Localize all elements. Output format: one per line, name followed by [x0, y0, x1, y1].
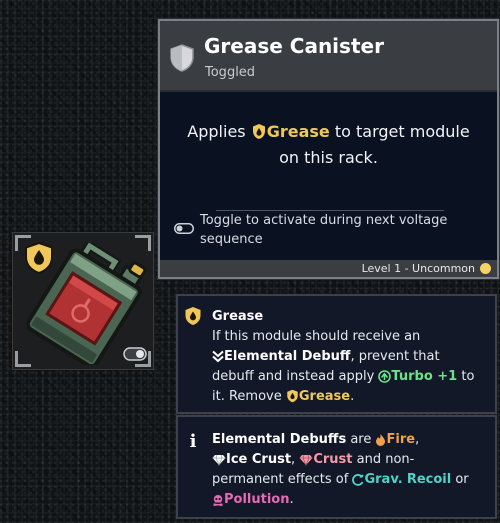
keyword-crust[interactable]: Crust	[313, 452, 352, 467]
keyword-grav[interactable]: Grav.	[364, 472, 402, 487]
keyword-pollution[interactable]: Pollution	[224, 492, 289, 507]
debuffs-line2: Ice Crust, Crust and non-	[212, 450, 492, 470]
shield-icon	[170, 44, 194, 72]
toggle-switch-icon[interactable]	[123, 347, 147, 361]
grease-keyword-text: Grease If this module should receive an …	[212, 307, 492, 407]
grease-line1: If this module should receive an	[212, 329, 421, 344]
debuffs-comma1: ,	[415, 432, 420, 447]
item-slot[interactable]	[12, 232, 154, 370]
skull-icon	[213, 495, 223, 506]
grease-line4-prefix: it. Remove	[212, 389, 282, 404]
item-subtitle: Toggled	[205, 65, 256, 80]
tooltip-footer: Level 1 - Uncommon	[160, 260, 497, 277]
grease-drop-badge-icon	[25, 241, 53, 275]
toggle-switch-icon	[174, 223, 194, 234]
keyword-title-grease: Grease	[212, 309, 264, 324]
desc-line2: on this rack.	[279, 148, 378, 167]
keyword-panel-grease: Grease If this module should receive an …	[176, 294, 497, 414]
keyword-title-elemental-debuffs: Elemental Debuffs	[212, 432, 347, 447]
grease-line2-suffix: , prevent that	[350, 349, 440, 364]
ice-gem-icon	[212, 454, 226, 466]
grease-drop-icon	[252, 124, 265, 139]
fire-icon	[376, 434, 386, 446]
desc-prefix: Applies	[187, 122, 246, 141]
info-icon: i	[189, 431, 197, 452]
grease-drop-icon	[287, 389, 298, 403]
debuffs-line1: Elemental Debuffs are Fire,	[212, 430, 492, 450]
debuffs-comma2: ,	[291, 452, 300, 467]
grav-swirl-icon	[352, 474, 364, 486]
double-chevron-down-icon	[212, 350, 224, 363]
rarity-label: Level 1 - Uncommon	[361, 262, 475, 275]
keyword-turbo[interactable]: Turbo +1	[391, 369, 457, 384]
keyword-ice-crust[interactable]: Ice Crust	[226, 452, 291, 467]
item-title: Grease Canister	[204, 34, 384, 58]
item-tooltip: Grease Canister Toggled Applies Grease t…	[158, 19, 499, 279]
debuffs-period: .	[289, 492, 294, 507]
elemental-debuffs-text: Elemental Debuffs are Fire, Ice Crust, C…	[212, 430, 492, 510]
desc-suffix: to target module	[334, 122, 470, 141]
keyword-elemental-debuff[interactable]: Elemental Debuff	[224, 349, 350, 364]
grease-drop-icon	[185, 307, 201, 325]
keyword-grease[interactable]: Grease	[299, 389, 350, 404]
keyword-recoil[interactable]: Recoil	[407, 472, 451, 487]
grease-line4: it. Remove Grease.	[212, 387, 492, 407]
grease-line4-suffix: .	[350, 389, 355, 404]
debuffs-and-non: and non-	[352, 452, 415, 467]
grease-line3: debuff and instead apply Turbo +1 to	[212, 367, 492, 387]
tooltip-header: Grease Canister Toggled	[160, 21, 497, 92]
debuffs-or: or	[451, 472, 469, 487]
debuffs-line4: Pollution.	[212, 490, 492, 510]
item-description: Applies Grease to target module on this …	[160, 119, 497, 171]
debuffs-line3-text: permanent effects of	[212, 472, 353, 487]
keyword-fire[interactable]: Fire	[386, 432, 415, 447]
grease-line3-prefix: debuff and instead apply	[212, 369, 375, 384]
debuffs-line3: permanent effects of Grav. Recoil or	[212, 470, 492, 490]
desc-keyword-grease[interactable]: Grease	[267, 122, 330, 141]
turbo-up-icon	[378, 370, 392, 383]
toggle-instructions: Toggle to activate during next voltage s…	[200, 213, 448, 247]
rarity-dot-icon	[480, 263, 491, 274]
crust-gem-icon	[299, 454, 313, 466]
keyword-panel-elemental-debuffs: i Elemental Debuffs are Fire, Ice Crust,…	[176, 415, 497, 519]
grease-line2: Elemental Debuff, prevent that	[212, 347, 492, 367]
debuffs-are: are	[346, 432, 376, 447]
grease-line3-suffix: to	[457, 369, 475, 384]
